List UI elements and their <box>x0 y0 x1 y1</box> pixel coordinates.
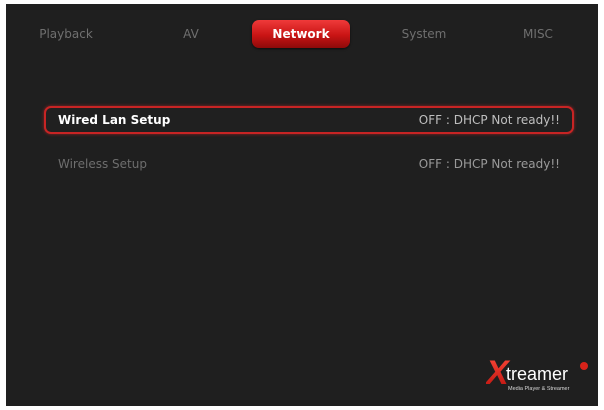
wireless-setup-label: Wireless Setup <box>58 157 147 171</box>
logo-tagline: Media Player & Streamer <box>508 386 570 392</box>
tab-misc[interactable]: MISC <box>512 20 564 48</box>
logo-wordmark: treamer <box>506 364 568 384</box>
tab-system[interactable]: System <box>392 20 456 48</box>
tab-av[interactable]: AV <box>172 20 210 48</box>
wireless-status: OFF : DHCP Not ready!! <box>418 157 560 171</box>
wired-lan-status: OFF : DHCP Not ready!! <box>418 113 560 127</box>
settings-screen: Playback AV Network System MISC Wired La… <box>6 4 598 406</box>
wireless-setup-item[interactable]: Wireless Setup OFF : DHCP Not ready!! <box>44 150 574 178</box>
wired-lan-setup-label: Wired Lan Setup <box>58 113 171 127</box>
tab-network[interactable]: Network <box>252 20 350 48</box>
xtreamer-logo: X treamer Media Player & Streamer <box>486 354 588 392</box>
tab-playback[interactable]: Playback <box>34 20 98 48</box>
settings-tab-bar: Playback AV Network System MISC <box>6 4 598 52</box>
wired-lan-setup-item[interactable]: Wired Lan Setup OFF : DHCP Not ready!! <box>44 106 574 134</box>
